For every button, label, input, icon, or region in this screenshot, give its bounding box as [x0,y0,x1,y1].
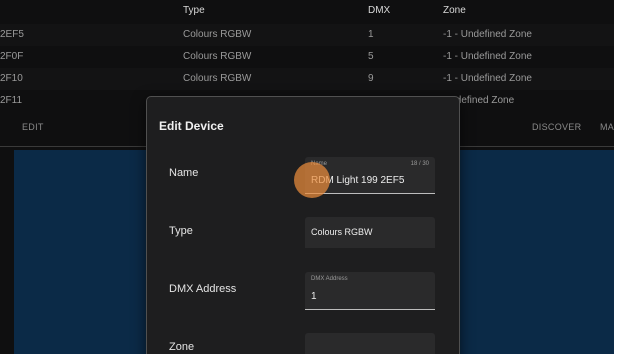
table-header: Type DMX Zone [0,0,614,24]
dmx-address-label: DMX Address [169,283,237,295]
cell-id: 2EF5 [0,29,24,40]
table-row[interactable]: 2F10 Colours RGBW 9 -1 - Undefined Zone [0,68,614,90]
cell-type: Colours RGBW [183,29,252,40]
cell-dmx: 1 [368,29,374,40]
name-label: Name [169,167,199,179]
cell-zone: -1 - Undefined Zone [443,51,532,62]
cell-dmx: 9 [368,73,374,84]
cell-zone: -1 - Undefined Zone [443,73,532,84]
device-list-screen: Type DMX Zone 2EF5 Colours RGBW 1 -1 - U… [0,0,614,354]
cell-id: 2F0F [0,51,24,62]
click-ripple [294,162,330,198]
zone-select[interactable] [305,333,435,354]
table-row[interactable]: 2F0F Colours RGBW 5 -1 - Undefined Zone [0,46,614,68]
type-select-value: Colours RGBW [311,227,373,237]
more-button[interactable]: MA [600,114,614,140]
dmx-address-input[interactable]: 1 [311,291,317,302]
edit-device-dialog: Edit Device Name Name 18 / 30 RDM Light … [146,96,460,354]
zone-label: Zone [169,341,195,353]
edit-button[interactable]: EDIT [22,114,44,140]
cell-type: Colours RGBW [183,51,252,62]
header-type[interactable]: Type [183,0,205,22]
cell-type: Colours RGBW [183,73,252,84]
table-row[interactable]: 2EF5 Colours RGBW 1 -1 - Undefined Zone [0,24,614,46]
type-select[interactable]: Colours RGBW [305,217,435,248]
header-dmx[interactable]: DMX [368,0,390,22]
cell-id: 2F10 [0,73,23,84]
cell-zone: -1 - Undefined Zone [443,29,532,40]
type-label: Type [169,225,193,237]
cell-dmx: 5 [368,51,374,62]
header-zone[interactable]: Zone [443,0,466,22]
dmx-address-field-label: DMX Address [311,276,348,282]
discover-button[interactable]: DISCOVER [532,114,581,140]
cell-id: 2F11 [0,95,23,106]
dialog-title: Edit Device [159,119,224,133]
dmx-address-field[interactable]: DMX Address 1 [305,272,435,310]
name-char-counter: 18 / 30 [410,161,429,167]
